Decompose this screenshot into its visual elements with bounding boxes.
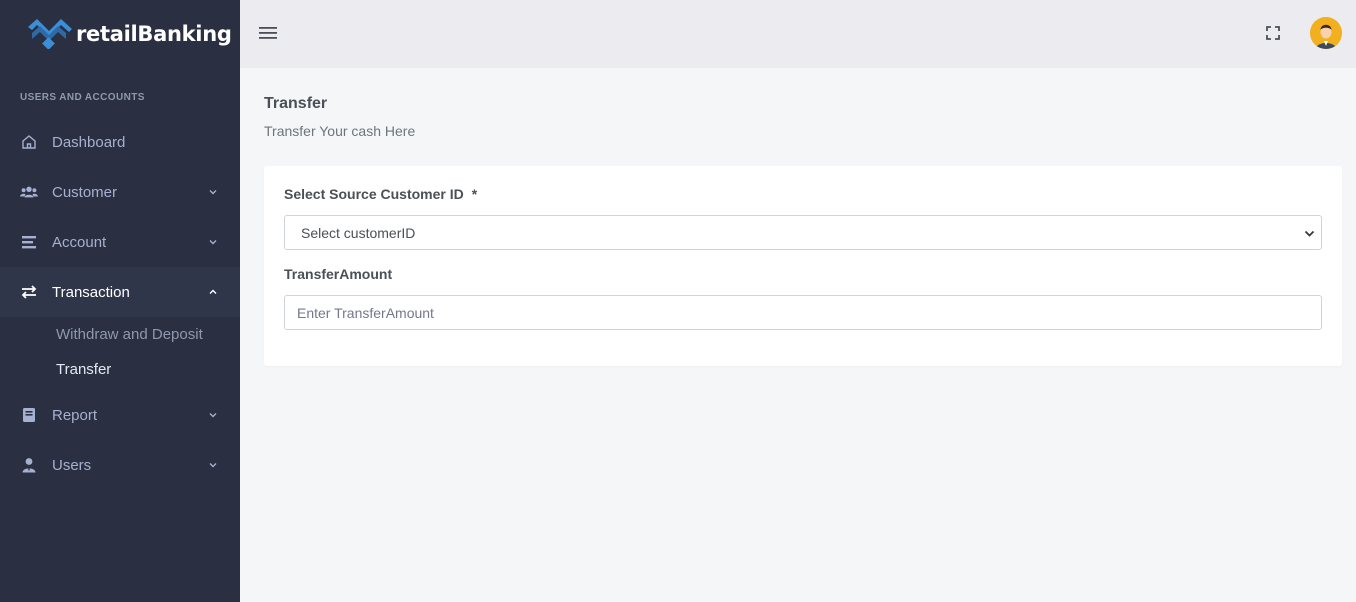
page-subtitle: Transfer Your cash Here	[264, 123, 416, 139]
user-avatar[interactable]	[1310, 17, 1342, 49]
chevron-down-icon	[209, 463, 217, 468]
transaction-submenu: Withdraw and Deposit Transfer	[0, 317, 240, 387]
exchange-icon	[20, 283, 38, 301]
sidebar-item-label: Dashboard	[52, 133, 126, 151]
source-customer-label-text: Select Source Customer ID	[284, 186, 464, 202]
chevron-down-icon	[209, 190, 217, 195]
required-mark: *	[471, 186, 478, 202]
sidebar-item-dashboard[interactable]: Dashboard	[0, 117, 240, 167]
hamburger-menu-icon[interactable]	[258, 24, 278, 42]
chevron-down-icon	[209, 413, 217, 418]
source-customer-select-value: Select customerID	[301, 224, 416, 241]
book-icon	[20, 406, 38, 424]
fullscreen-icon[interactable]	[1265, 25, 1281, 41]
sidebar: retailBanking USERS AND ACCOUNTS Dashboa…	[0, 0, 240, 602]
brand[interactable]: retailBanking	[0, 0, 240, 68]
menu-section-title: USERS AND ACCOUNTS	[20, 92, 145, 103]
transfer-amount-label: TransferAmount	[284, 266, 393, 282]
source-customer-label: Select Source Customer ID *	[284, 186, 1322, 206]
list-icon	[20, 233, 38, 251]
submenu-item-withdraw-deposit[interactable]: Withdraw and Deposit	[56, 317, 240, 352]
sidebar-item-account[interactable]: Account	[0, 217, 240, 267]
transfer-form-card: Select Source Customer ID * Select custom…	[264, 166, 1342, 366]
submenu-item-transfer[interactable]: Transfer	[56, 352, 240, 387]
brand-logo-icon	[28, 19, 72, 49]
source-customer-select[interactable]: Select customerID	[284, 215, 1322, 250]
sidebar-item-report[interactable]: Report	[0, 390, 240, 440]
topbar	[240, 0, 1356, 68]
sidebar-menu: Dashboard Customer Account Transaction W…	[0, 117, 240, 490]
users-icon	[20, 183, 38, 201]
transfer-amount-input[interactable]	[284, 295, 1322, 330]
chevron-up-icon	[209, 289, 217, 294]
sidebar-item-customer[interactable]: Customer	[0, 167, 240, 217]
sidebar-item-users[interactable]: Users	[0, 440, 240, 490]
avatar-person-icon	[1310, 17, 1342, 49]
home-icon	[20, 133, 38, 151]
chevron-down-icon	[1304, 230, 1315, 237]
user-tie-icon	[20, 456, 38, 474]
chevron-down-icon	[209, 240, 217, 245]
page-title: Transfer	[264, 95, 328, 112]
brand-name: retailBanking	[76, 22, 232, 46]
sidebar-item-transaction[interactable]: Transaction	[0, 267, 240, 317]
main-content: Transfer Transfer Your cash Here Select …	[264, 68, 1342, 366]
